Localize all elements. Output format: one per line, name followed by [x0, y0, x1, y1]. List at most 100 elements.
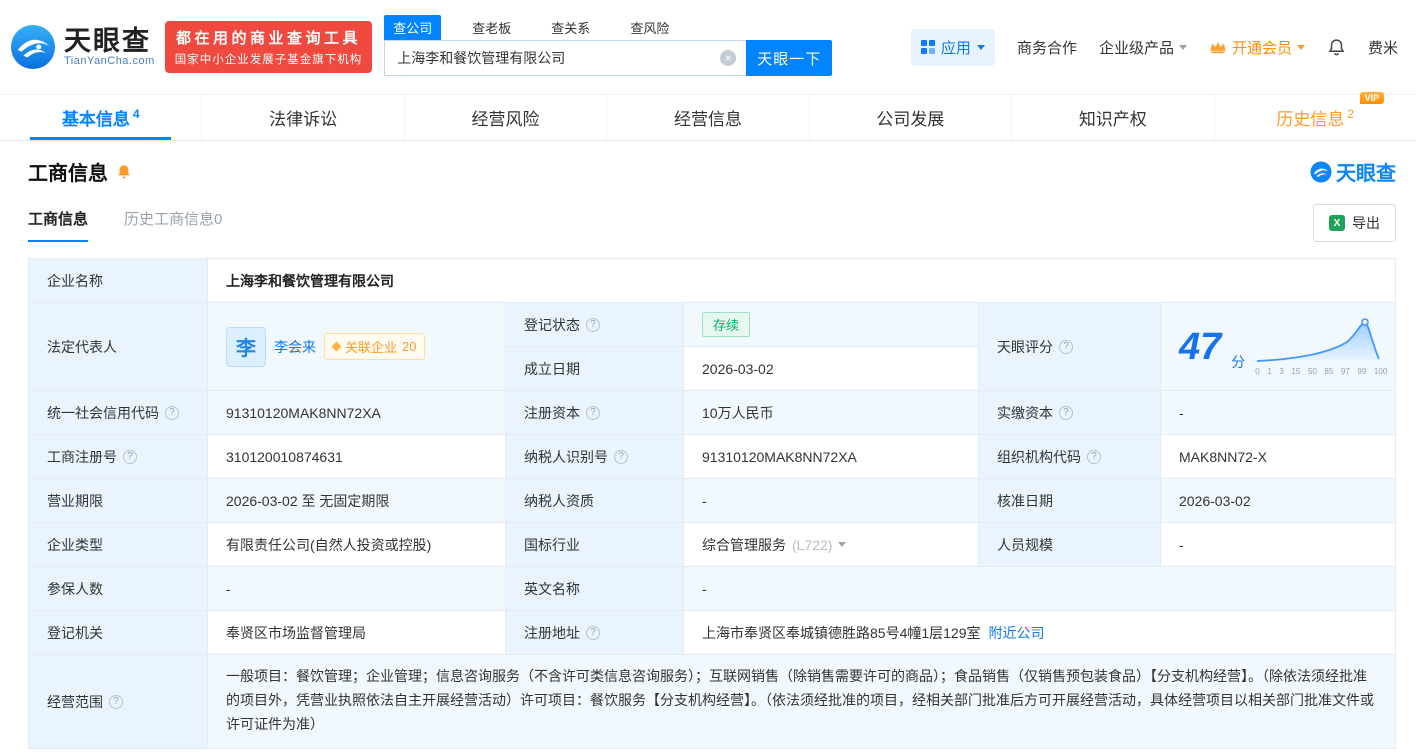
legal-rep-value: 李 李会来 关联企业 20: [208, 303, 506, 391]
help-icon[interactable]: ?: [1059, 340, 1073, 354]
search-tabs: 查公司 查老板 查关系 查风险: [384, 18, 832, 40]
score-unit: 分: [1231, 352, 1245, 376]
search-area: 查公司 查老板 查关系 查风险 × 天眼一下: [384, 18, 832, 76]
registry-value: 奉贤区市场监督管理局: [208, 611, 506, 655]
reg-no-value: 310120010874631: [208, 435, 506, 479]
nav-open-vip[interactable]: 开通会员: [1209, 37, 1305, 58]
establish-date-value: 2026-03-02: [684, 347, 979, 391]
tyc-score-label: 天眼评分?: [979, 303, 1161, 391]
related-companies-count: 20: [402, 339, 416, 354]
related-companies-label: 关联企业: [345, 337, 397, 356]
tab-operating-risk[interactable]: 经营风险: [405, 95, 607, 140]
industry-name: 综合管理服务: [702, 535, 786, 555]
paid-capital-value: -: [1161, 391, 1396, 435]
main-tabs: 基本信息4 法律诉讼 经营风险 经营信息 公司发展 知识产权 历史信息2 VIP: [0, 95, 1416, 141]
sub-tabs: 工商信息 历史工商信息0 X 导出: [0, 186, 1416, 246]
search-input-wrap: ×: [384, 40, 746, 76]
caret-down-icon: [838, 542, 846, 547]
org-code-label: 组织机构代码?: [979, 435, 1161, 479]
caret-down-icon: [1179, 45, 1187, 50]
help-icon[interactable]: ?: [1059, 406, 1073, 420]
clear-search-icon[interactable]: ×: [720, 50, 736, 66]
search-button[interactable]: 天眼一下: [746, 40, 832, 76]
brand-slogan: 都在用的商业查询工具 国家中小企业发展子基金旗下机构: [165, 21, 373, 73]
address-label: 注册地址?: [506, 611, 684, 655]
help-icon[interactable]: ?: [165, 406, 179, 420]
credit-code-value: 91310120MAK8NN72XA: [208, 391, 506, 435]
tab-legal-cases[interactable]: 法律诉讼: [202, 95, 404, 140]
business-scope-label: 经营范围?: [29, 655, 208, 749]
credit-code-label: 统一社会信用代码?: [29, 391, 208, 435]
tab-label: 经营信息: [674, 105, 742, 130]
insured-count-label: 参保人数: [29, 567, 208, 611]
crown-icon: [1209, 40, 1227, 54]
legal-rep-label: 法定代表人: [29, 303, 208, 391]
taxpayer-no-value: 91310120MAK8NN72XA: [684, 435, 979, 479]
approval-date-value: 2026-03-02: [1161, 479, 1396, 523]
apps-label: 应用: [941, 37, 971, 58]
help-icon[interactable]: ?: [123, 450, 137, 464]
nav-business-coop[interactable]: 商务合作: [1017, 37, 1077, 58]
caret-down-icon: [977, 45, 985, 50]
help-icon[interactable]: ?: [109, 695, 123, 709]
registry-label: 登记机关: [29, 611, 208, 655]
company-type-value: 有限责任公司(自然人投资或控股): [208, 523, 506, 567]
tab-history-info[interactable]: 历史信息2 VIP: [1215, 95, 1416, 140]
tab-count-badge: 4: [133, 107, 140, 121]
taxpayer-quali-label: 纳税人资质: [506, 479, 684, 523]
export-button[interactable]: X 导出: [1313, 204, 1396, 242]
company-type-label: 企业类型: [29, 523, 208, 567]
industry-label: 国标行业: [506, 523, 684, 567]
tab-company-development[interactable]: 公司发展: [810, 95, 1012, 140]
notification-bell-icon[interactable]: [1327, 38, 1346, 57]
tab-operating-info[interactable]: 经营信息: [607, 95, 809, 140]
approval-date-label: 核准日期: [979, 479, 1161, 523]
vip-badge: VIP: [1360, 92, 1385, 104]
user-name[interactable]: 费米: [1368, 37, 1398, 58]
reg-status-label: 登记状态?: [506, 303, 684, 347]
subtab-history-business-info[interactable]: 历史工商信息0: [124, 208, 222, 242]
search-tab-risk[interactable]: 查风险: [621, 15, 678, 40]
legal-rep-avatar[interactable]: 李: [226, 327, 266, 367]
slogan-line1: 都在用的商业查询工具: [175, 27, 363, 48]
help-icon[interactable]: ?: [614, 450, 628, 464]
apps-menu[interactable]: 应用: [911, 29, 995, 66]
help-icon[interactable]: ?: [586, 626, 600, 640]
industry-code: (L722): [792, 537, 832, 553]
tab-label: 法律诉讼: [269, 105, 337, 130]
address-value: 上海市奉贤区奉城镇德胜路85号4幢1层129室 附近公司: [684, 611, 1396, 655]
industry-value: 综合管理服务 (L722): [684, 523, 979, 567]
legal-rep-name-link[interactable]: 李会来: [274, 337, 316, 357]
search-tab-company[interactable]: 查公司: [384, 15, 441, 40]
nearby-companies-link[interactable]: 附近公司: [989, 623, 1045, 643]
tianyancha-logo[interactable]: 天眼查 TianYanCha.com: [10, 24, 155, 70]
search-tab-relation[interactable]: 查关系: [542, 15, 599, 40]
address-text: 上海市奉贤区奉城镇德胜路85号4幢1层129室: [702, 623, 981, 643]
insured-count-value: -: [208, 567, 506, 611]
monitor-bell-icon[interactable]: [116, 164, 132, 180]
tab-intellectual-property[interactable]: 知识产权: [1012, 95, 1214, 140]
related-companies-badge[interactable]: 关联企业 20: [324, 333, 425, 360]
tab-basic-info[interactable]: 基本信息4: [0, 95, 202, 140]
help-icon[interactable]: ?: [586, 318, 600, 332]
help-icon[interactable]: ?: [586, 406, 600, 420]
tab-label: 基本信息: [62, 110, 130, 129]
org-code-value: MAK8NN72-X: [1161, 435, 1396, 479]
watermark-logo-icon: [1310, 161, 1332, 183]
search-input[interactable]: [385, 41, 746, 75]
tab-label: 历史信息: [1276, 110, 1344, 129]
section-head: 工商信息 天眼查: [0, 141, 1416, 186]
tianyancha-watermark: 天眼查: [1310, 157, 1396, 186]
tab-label: 经营风险: [472, 105, 540, 130]
industry-dropdown[interactable]: 综合管理服务 (L722): [702, 535, 846, 555]
help-icon[interactable]: ?: [1087, 450, 1101, 464]
tianyancha-logo-icon: [10, 24, 56, 70]
score-number: 47: [1179, 328, 1221, 366]
subtab-business-info[interactable]: 工商信息: [28, 208, 88, 242]
nav-enterprise-products[interactable]: 企业级产品: [1099, 37, 1187, 58]
search-tab-boss[interactable]: 查老板: [463, 15, 520, 40]
status-badge: 存续: [702, 312, 750, 337]
reg-no-label: 工商注册号?: [29, 435, 208, 479]
section-title: 工商信息: [28, 157, 108, 186]
paid-capital-label: 实缴资本?: [979, 391, 1161, 435]
